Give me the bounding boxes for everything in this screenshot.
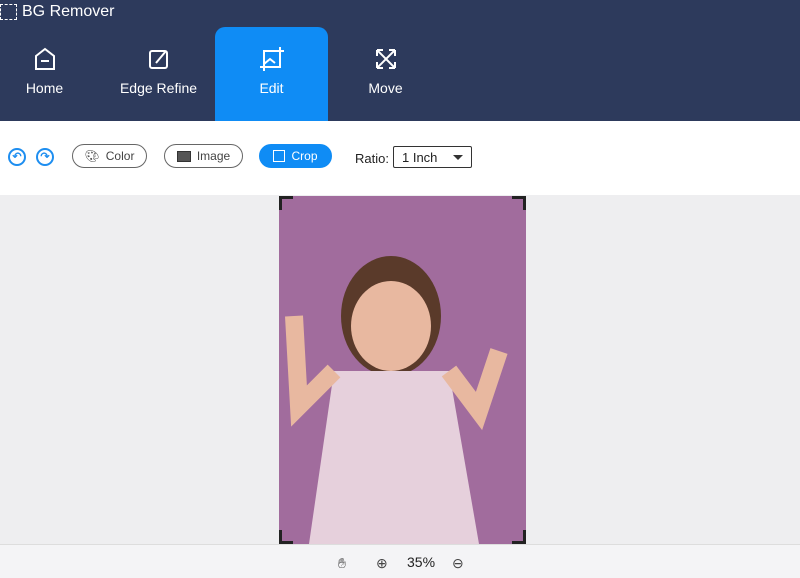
undo-button[interactable]: ↶: [8, 148, 26, 166]
ratio-label: Ratio:: [355, 151, 389, 166]
tab-home[interactable]: Home: [0, 27, 101, 121]
ratio-select[interactable]: 1 Inch: [393, 146, 472, 168]
redo-button[interactable]: ↷: [36, 148, 54, 166]
home-icon: [34, 47, 55, 70]
crop-handle-top-left[interactable]: [279, 196, 293, 210]
tab-move[interactable]: Move: [329, 27, 442, 121]
edit-icon: [148, 50, 168, 69]
image-canvas[interactable]: [279, 196, 526, 544]
tab-label: Edge Refine: [119, 80, 198, 96]
tab-edge-refine[interactable]: Edge Refine: [102, 27, 215, 121]
crop-handle-bottom-right[interactable]: [512, 530, 526, 544]
move-icon: [375, 49, 396, 69]
ratio-value: 1 Inch: [402, 150, 438, 165]
image-icon: [176, 150, 191, 162]
zoom-level: 35%: [407, 554, 436, 570]
zoom-in-icon[interactable]: ⊕: [376, 555, 388, 572]
hand-icon[interactable]: ✋︎: [338, 555, 346, 572]
app-title: BG Remover: [22, 3, 115, 20]
crop-button[interactable]: Crop: [259, 144, 332, 168]
crop-label: Crop: [291, 149, 318, 163]
crop-handle-top-right[interactable]: [512, 196, 526, 210]
crop-image-icon: [259, 47, 284, 71]
palette-icon: 🎨︎: [84, 149, 100, 163]
zoom-bar: [0, 544, 800, 578]
subject-photo: [285, 256, 508, 544]
crop-handle-bottom-left[interactable]: [279, 530, 293, 544]
tab-label: Home: [25, 80, 64, 96]
tab-label: Edit: [259, 80, 284, 96]
tab-edit[interactable]: Edit: [215, 27, 328, 121]
color-button[interactable]: 🎨︎ Color: [72, 144, 147, 168]
crop-icon: [273, 150, 286, 162]
color-label: Color: [105, 149, 135, 163]
image-button[interactable]: Image: [164, 144, 243, 168]
chevron-down-icon: [453, 155, 463, 165]
image-label: Image: [196, 149, 231, 163]
app-logo-icon: [0, 4, 17, 20]
tab-label: Move: [368, 80, 403, 96]
zoom-out-icon[interactable]: ⊖: [452, 555, 464, 572]
header: BG Remover Home Edge Refine Edit Move: [0, 0, 800, 121]
